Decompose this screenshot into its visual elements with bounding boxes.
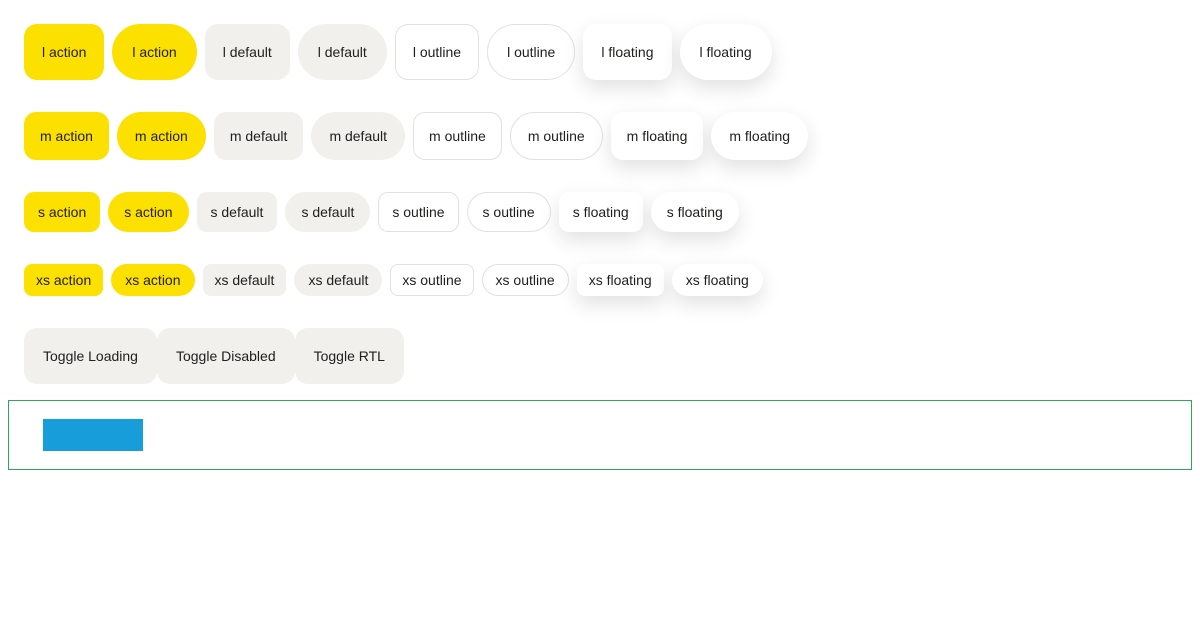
l-floating-round-button[interactable]: l floating [679, 24, 772, 80]
s-floating-button[interactable]: s floating [558, 192, 643, 232]
l-action-button[interactable]: l action [24, 24, 105, 80]
s-action-button[interactable]: s action [24, 192, 101, 232]
m-action-button[interactable]: m action [24, 112, 109, 160]
button-row-m: m action m action m default m default m … [24, 112, 816, 160]
s-floating-round-button[interactable]: s floating [650, 192, 739, 232]
l-default-button[interactable]: l default [204, 24, 290, 80]
xs-outline-round-button[interactable]: xs outline [481, 264, 569, 296]
l-outline-round-button[interactable]: l outline [487, 24, 576, 80]
m-default-round-button[interactable]: m default [311, 112, 406, 160]
s-outline-round-button[interactable]: s outline [466, 192, 551, 232]
button-row-l: l action l action l default l default l … [24, 24, 780, 80]
xs-floating-button[interactable]: xs floating [576, 264, 664, 296]
xs-outline-button[interactable]: xs outline [390, 264, 474, 296]
xs-default-round-button[interactable]: xs default [294, 264, 383, 296]
xs-action-round-button[interactable]: xs action [111, 264, 195, 296]
l-default-round-button[interactable]: l default [297, 24, 387, 80]
s-action-round-button[interactable]: s action [108, 192, 189, 232]
m-action-round-button[interactable]: m action [116, 112, 206, 160]
s-outline-button[interactable]: s outline [378, 192, 459, 232]
m-outline-round-button[interactable]: m outline [509, 112, 603, 160]
test-container [8, 400, 1192, 470]
l-outline-button[interactable]: l outline [394, 24, 480, 80]
s-default-button[interactable]: s default [196, 192, 278, 232]
m-outline-button[interactable]: m outline [413, 112, 502, 160]
toggle-rtl-button[interactable]: Toggle RTL [294, 328, 404, 384]
s-default-round-button[interactable]: s default [285, 192, 371, 232]
m-floating-round-button[interactable]: m floating [711, 112, 809, 160]
test-block [43, 419, 143, 451]
xs-floating-round-button[interactable]: xs floating [671, 264, 763, 296]
xs-action-button[interactable]: xs action [24, 264, 104, 296]
toggle-disabled-button[interactable]: Toggle Disabled [156, 328, 295, 384]
xs-default-button[interactable]: xs default [202, 264, 287, 296]
toggle-controls: Toggle Loading Toggle Disabled Toggle RT… [24, 328, 404, 384]
button-row-xs: xs action xs action xs default xs defaul… [24, 264, 771, 296]
l-action-round-button[interactable]: l action [112, 24, 197, 80]
m-floating-button[interactable]: m floating [610, 112, 704, 160]
m-default-button[interactable]: m default [213, 112, 304, 160]
toggle-loading-button[interactable]: Toggle Loading [24, 328, 157, 384]
button-row-s: s action s action s default s default s … [24, 192, 747, 232]
l-floating-button[interactable]: l floating [583, 24, 672, 80]
